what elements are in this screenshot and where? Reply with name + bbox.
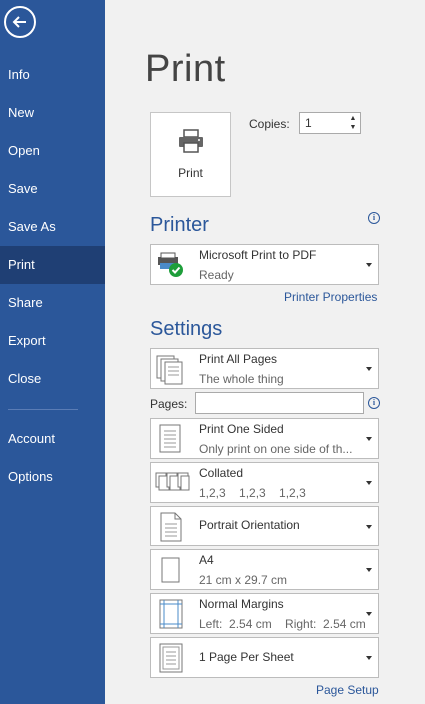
print-range-dropdown[interactable]: Print All Pages The whole thing bbox=[150, 348, 379, 389]
print-range-subtitle: The whole thing bbox=[199, 372, 284, 386]
settings-section-title: Settings bbox=[150, 318, 223, 340]
page-setup-link[interactable]: Page Setup bbox=[316, 683, 379, 697]
nav-item-save-as[interactable]: Save As bbox=[0, 208, 105, 246]
print-button-label: Print bbox=[178, 166, 203, 180]
margins-subtitle: Left: 2.54 cm Right: 2.54 cm bbox=[199, 617, 366, 631]
margins-icon bbox=[159, 599, 183, 629]
print-button[interactable]: Print bbox=[150, 112, 231, 197]
print-range-title: Print All Pages bbox=[199, 352, 278, 366]
printer-dropdown[interactable]: Microsoft Print to PDF Ready bbox=[150, 244, 379, 285]
page-per-sheet-icon bbox=[159, 643, 183, 673]
nav-item-save[interactable]: Save bbox=[0, 170, 105, 208]
nav-item-print[interactable]: Print bbox=[0, 246, 105, 284]
pages-info-icon[interactable]: i bbox=[368, 397, 380, 409]
sides-dropdown[interactable]: Print One Sided Only print on one side o… bbox=[150, 418, 379, 459]
sides-subtitle: Only print on one side of th... bbox=[199, 442, 353, 456]
printer-section-title: Printer bbox=[150, 214, 209, 236]
margins-dropdown[interactable]: Normal Margins Left: 2.54 cm Right: 2.54… bbox=[150, 593, 379, 634]
collated-pages-icon bbox=[155, 472, 190, 491]
nav-item-share[interactable]: Share bbox=[0, 284, 105, 322]
paper-size-chevron-down-icon bbox=[366, 568, 372, 572]
orientation-chevron-down-icon bbox=[366, 525, 372, 529]
printer-icon bbox=[179, 129, 203, 153]
sides-chevron-down-icon bbox=[366, 437, 372, 441]
back-button[interactable] bbox=[4, 6, 36, 38]
printer-chevron-down-icon bbox=[366, 263, 372, 267]
portrait-page-icon bbox=[160, 512, 182, 542]
print-range-chevron-down-icon bbox=[366, 367, 372, 371]
printer-status: Ready bbox=[199, 268, 234, 282]
copies-input[interactable]: 1 ▲ ▼ bbox=[299, 112, 361, 134]
copies-value: 1 bbox=[305, 116, 312, 130]
nav-item-options[interactable]: Options bbox=[0, 458, 105, 496]
orientation-title: Portrait Orientation bbox=[199, 518, 300, 532]
nav-item-export[interactable]: Export bbox=[0, 322, 105, 360]
pages-per-sheet-dropdown[interactable]: 1 Page Per Sheet bbox=[150, 637, 379, 678]
collation-dropdown[interactable]: Collated 1,2,3 1,2,3 1,2,3 bbox=[150, 462, 379, 503]
collation-chevron-down-icon bbox=[366, 481, 372, 485]
page-title: Print bbox=[145, 48, 226, 90]
nav-item-new[interactable]: New bbox=[0, 94, 105, 132]
nav-item-close[interactable]: Close bbox=[0, 360, 105, 398]
pages-stack-icon bbox=[156, 355, 183, 385]
orientation-dropdown[interactable]: Portrait Orientation bbox=[150, 506, 379, 546]
print-panel: Print Print Copies: 1 ▲ ▼ Printer i Micr… bbox=[105, 0, 425, 704]
paper-size-icon bbox=[161, 557, 180, 583]
printer-name: Microsoft Print to PDF bbox=[199, 248, 317, 262]
pages-per-sheet-chevron-down-icon bbox=[366, 656, 372, 660]
nav-divider bbox=[8, 409, 78, 410]
paper-size-dropdown[interactable]: A4 21 cm x 29.7 cm bbox=[150, 549, 379, 590]
copies-label: Copies: bbox=[249, 117, 290, 131]
printer-properties-link[interactable]: Printer Properties bbox=[284, 290, 377, 304]
margins-chevron-down-icon bbox=[366, 612, 372, 616]
collation-title: Collated bbox=[199, 466, 244, 480]
one-sided-page-icon bbox=[159, 424, 181, 453]
collation-subtitle: 1,2,3 1,2,3 1,2,3 bbox=[199, 486, 306, 500]
copies-decrement-icon[interactable]: ▼ bbox=[348, 123, 358, 132]
pages-per-sheet-title: 1 Page Per Sheet bbox=[199, 650, 294, 664]
margins-title: Normal Margins bbox=[199, 597, 284, 611]
printer-ready-icon bbox=[158, 252, 183, 277]
nav-item-info[interactable]: Info bbox=[0, 56, 105, 94]
printer-info-icon[interactable]: i bbox=[368, 212, 380, 224]
paper-size-title: A4 bbox=[199, 553, 214, 567]
pages-input[interactable] bbox=[195, 392, 364, 414]
paper-size-subtitle: 21 cm x 29.7 cm bbox=[199, 573, 288, 587]
sides-title: Print One Sided bbox=[199, 422, 284, 436]
nav-item-account[interactable]: Account bbox=[0, 420, 105, 458]
pages-label: Pages: bbox=[150, 397, 188, 411]
nav-item-open[interactable]: Open bbox=[0, 132, 105, 170]
copies-increment-icon[interactable]: ▲ bbox=[348, 114, 358, 123]
backstage-sidebar: Info New Open Save Save As Print Share E… bbox=[0, 0, 105, 704]
back-arrow-icon bbox=[12, 16, 26, 28]
